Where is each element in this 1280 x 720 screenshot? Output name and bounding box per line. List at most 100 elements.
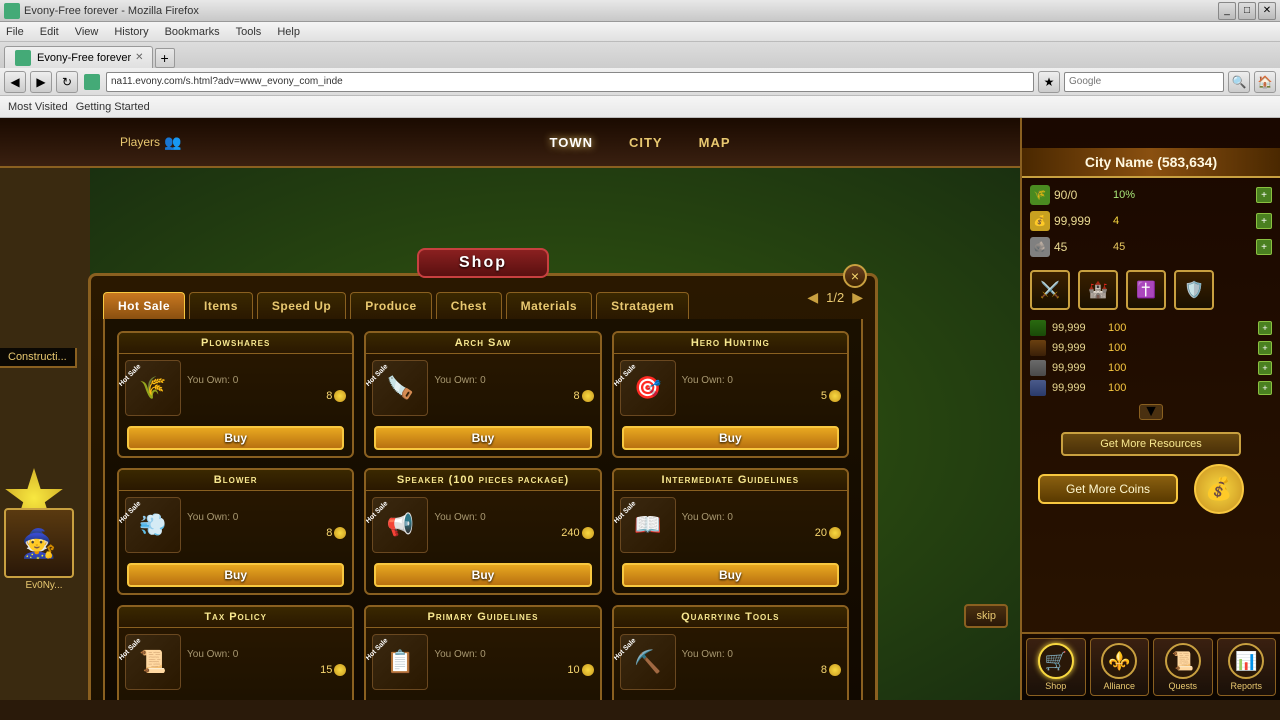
- stone2-max: 100: [1108, 362, 1126, 374]
- tab-materials[interactable]: Materials: [506, 292, 593, 319]
- home-button[interactable]: 🏠: [1254, 71, 1276, 93]
- url-bar[interactable]: [106, 72, 1034, 92]
- buy-button-speaker[interactable]: Buy: [374, 563, 591, 587]
- shop-item-intermediate-guidelines: Intermediate Guidelines Hot Sale 📖 You O…: [612, 468, 849, 595]
- menu-tools[interactable]: Tools: [234, 26, 264, 38]
- lumber-max: 100: [1108, 322, 1126, 334]
- item-image-intermediate-guidelines: Hot Sale 📖: [620, 497, 676, 553]
- buy-button-hero-hunting[interactable]: Buy: [622, 426, 839, 450]
- nav-bar: ◀ ▶ ↻ ★ 🔍 🏠: [0, 68, 1280, 96]
- expand-resource-button[interactable]: ▼: [1139, 404, 1163, 420]
- tab-chest[interactable]: Chest: [436, 292, 502, 319]
- get-more-resources-button[interactable]: Get More Resources: [1061, 432, 1241, 456]
- shop-item-speaker: Speaker (100 pieces package) Hot Sale 📢 …: [364, 468, 601, 595]
- item-info-tax-policy: You Own: 0 15: [187, 649, 346, 676]
- reports-bottom-button[interactable]: 📊 Reports: [1217, 638, 1277, 696]
- quests-bottom-button[interactable]: 📜 Quests: [1153, 638, 1213, 696]
- reload-button[interactable]: ↻: [56, 71, 78, 93]
- players-icon: 👥: [164, 134, 181, 151]
- shop-item-tax-policy: Tax Policy Hot Sale 📜 You Own: 0 15: [117, 605, 354, 700]
- you-own-intermediate-guidelines: You Own: 0: [682, 512, 841, 523]
- nav-city[interactable]: CITY: [621, 131, 671, 154]
- lumber-icon: [1030, 320, 1046, 336]
- page-next-button[interactable]: ▶: [852, 289, 863, 306]
- buy-button-intermediate-guidelines[interactable]: Buy: [622, 563, 839, 587]
- coins-icon: 💰: [1194, 464, 1244, 514]
- gold-add-button[interactable]: +: [1256, 213, 1272, 229]
- menu-history[interactable]: History: [112, 26, 150, 38]
- coin-icon-7: [582, 664, 594, 676]
- browser-tab[interactable]: Evony-Free forever ✕: [4, 46, 153, 68]
- back-button[interactable]: ◀: [4, 71, 26, 93]
- search-bar[interactable]: [1064, 72, 1224, 92]
- tab-stratagem[interactable]: Stratagem: [596, 292, 689, 319]
- hero-btn-1[interactable]: ⚔️: [1030, 270, 1070, 310]
- search-go-button[interactable]: 🔍: [1228, 71, 1250, 93]
- bookmark-most-visited[interactable]: Most Visited: [8, 101, 68, 113]
- menu-bookmarks[interactable]: Bookmarks: [163, 26, 222, 38]
- coin-icon-4: [582, 527, 594, 539]
- item-body-primary-guidelines: Hot Sale 📋 You Own: 0 10: [366, 628, 599, 696]
- alliance-bottom-button[interactable]: ⚜️ Alliance: [1090, 638, 1150, 696]
- food-row: 🌾 90/0 10% +: [1022, 182, 1280, 208]
- buy-button-blower[interactable]: Buy: [127, 563, 344, 587]
- menu-edit[interactable]: Edit: [38, 26, 61, 38]
- shop-close-button[interactable]: ×: [843, 264, 867, 288]
- tab-speed-up[interactable]: Speed Up: [257, 292, 346, 319]
- forward-button[interactable]: ▶: [30, 71, 52, 93]
- menu-help[interactable]: Help: [275, 26, 302, 38]
- tab-hot-sale[interactable]: Hot Sale: [103, 292, 185, 319]
- bookmark-getting-started[interactable]: Getting Started: [76, 101, 150, 113]
- item-info-blower: You Own: 0 8: [187, 512, 346, 539]
- nav-map[interactable]: MAP: [691, 131, 739, 154]
- gold-row: 💰 99,999 4 +: [1022, 208, 1280, 234]
- item-body-intermediate-guidelines: Hot Sale 📖 You Own: 0 20: [614, 491, 847, 559]
- price-plowshares: 8: [187, 390, 346, 402]
- lumber2-add-button[interactable]: +: [1258, 341, 1272, 355]
- new-tab-button[interactable]: +: [155, 48, 175, 68]
- item-name-intermediate-guidelines: Intermediate Guidelines: [614, 470, 847, 491]
- coin-icon-5: [829, 527, 841, 539]
- buy-button-arch-saw[interactable]: Buy: [374, 426, 591, 450]
- lumber-add-button[interactable]: +: [1258, 321, 1272, 335]
- food-icon: 🌾: [1030, 185, 1050, 205]
- item-name-quarrying-tools: Quarrying Tools: [614, 607, 847, 628]
- you-own-quarrying-tools: You Own: 0: [682, 649, 841, 660]
- stone2-add-button[interactable]: +: [1258, 361, 1272, 375]
- tab-produce[interactable]: Produce: [350, 292, 432, 319]
- maximize-button[interactable]: □: [1238, 2, 1256, 20]
- price-quarrying-tools: 8: [682, 664, 841, 676]
- item-name-blower: Blower: [119, 470, 352, 491]
- hero-btn-2[interactable]: 🏰: [1078, 270, 1118, 310]
- buy-button-plowshares[interactable]: Buy: [127, 426, 344, 450]
- stone-add-button[interactable]: +: [1256, 239, 1272, 255]
- item-info-primary-guidelines: You Own: 0 10: [434, 649, 593, 676]
- minimize-button[interactable]: _: [1218, 2, 1236, 20]
- item-body-arch-saw: Hot Sale 🪚 You Own: 0 8: [366, 354, 599, 422]
- shop-tabs: Hot Sale Items Speed Up Produce Chest Ma…: [91, 276, 701, 319]
- item-info-intermediate-guidelines: You Own: 0 20: [682, 512, 841, 539]
- shop-bottom-button[interactable]: 🛒 Shop: [1026, 638, 1086, 696]
- food-add-button[interactable]: +: [1256, 187, 1272, 203]
- hero-btn-4[interactable]: 🛡️: [1174, 270, 1214, 310]
- tab-items[interactable]: Items: [189, 292, 253, 319]
- hero-btn-3[interactable]: ✝️: [1126, 270, 1166, 310]
- skip-button[interactable]: skip: [964, 604, 1008, 628]
- tab-close-button[interactable]: ✕: [135, 52, 143, 63]
- menu-file[interactable]: File: [4, 26, 26, 38]
- shop-page-nav: ◀ 1/2 ▶: [807, 289, 875, 306]
- get-more-coins-button[interactable]: Get More Coins: [1038, 474, 1178, 504]
- bottom-icons-row: 🛒 Shop ⚜️ Alliance 📜 Quests 📊 Reports: [1022, 632, 1280, 700]
- item-body-blower: Hot Sale 💨 You Own: 0 8: [119, 491, 352, 559]
- star-button[interactable]: ★: [1038, 71, 1060, 93]
- menu-view[interactable]: View: [73, 26, 101, 38]
- item-name-hero-hunting: Hero Hunting: [614, 333, 847, 354]
- page-prev-button[interactable]: ◀: [807, 289, 818, 306]
- resource-section-top: 🌾 90/0 10% + 💰 99,999 4 + 🪨 45 45 +: [1022, 178, 1280, 264]
- iron-add-button[interactable]: +: [1258, 381, 1272, 395]
- nav-town[interactable]: TOWN: [542, 131, 601, 154]
- tab-title: Evony-Free forever: [37, 52, 131, 64]
- you-own-plowshares: You Own: 0: [187, 375, 346, 386]
- close-button[interactable]: ✕: [1258, 2, 1276, 20]
- browser-title-bar: Evony-Free forever - Mozilla Firefox _ □…: [0, 0, 1280, 22]
